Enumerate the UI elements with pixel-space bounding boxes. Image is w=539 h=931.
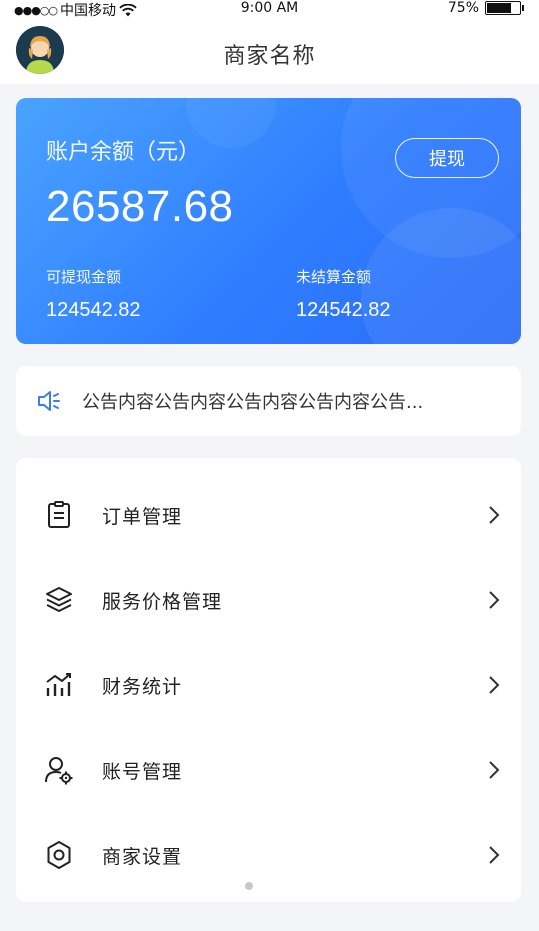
menu-item-label: 账号管理	[102, 761, 183, 783]
menu-item-label: 商家设置	[102, 846, 183, 868]
chevron-right-icon	[489, 676, 500, 694]
menu-item-label: 订单管理	[102, 506, 183, 528]
speaker-icon	[38, 391, 60, 411]
withdraw-button[interactable]: 提现	[395, 138, 499, 178]
unsettled-value: 124542.82	[296, 299, 391, 321]
menu-item-merchant-settings[interactable]: 商家设置	[16, 812, 521, 896]
menu-item-account[interactable]: 账号管理	[16, 727, 521, 811]
menu-item-service-pricing[interactable]: 服务价格管理	[16, 557, 521, 641]
withdrawable-block: 可提现金额 124542.82	[46, 266, 141, 322]
chevron-right-icon	[489, 846, 500, 864]
withdrawable-value: 124542.82	[46, 299, 141, 321]
withdrawable-label: 可提现金额	[46, 268, 122, 286]
menu-item-label: 服务价格管理	[102, 591, 223, 613]
chevron-right-icon	[489, 591, 500, 609]
battery-icon	[485, 1, 524, 15]
clipboard-icon	[48, 501, 70, 528]
battery-percent: 75%	[447, 0, 479, 16]
menu-item-orders[interactable]: 订单管理	[16, 472, 521, 556]
notice-bar[interactable]: 公告内容公告内容公告内容公告内容公告...	[16, 366, 521, 436]
page-indicator-dot	[245, 882, 253, 890]
chevron-right-icon	[489, 761, 500, 779]
menu-list: 订单管理 服务价格管理 财务统计 账号管理 商家设置	[16, 458, 521, 902]
menu-item-finance-stats[interactable]: 财务统计	[16, 642, 521, 726]
chart-icon	[46, 673, 71, 696]
unsettled-block: 未结算金额 124542.82	[296, 266, 391, 322]
notice-text: 公告内容公告内容公告内容公告内容公告...	[82, 392, 424, 413]
header: 商家名称	[0, 18, 539, 84]
page-title: 商家名称	[223, 44, 316, 69]
status-bar: ●●●○○ 中国移动 9:00 AM 75%	[0, 0, 539, 19]
layers-icon	[46, 587, 72, 612]
user-gear-icon	[45, 757, 73, 785]
unsettled-label: 未结算金额	[296, 268, 372, 286]
balance-amount: 26587.68	[46, 182, 234, 231]
balance-card: 账户余额（元） 26587.68 提现 可提现金额 124542.82 未结算金…	[16, 98, 521, 344]
chevron-right-icon	[489, 506, 500, 524]
battery-fill	[487, 3, 511, 13]
gear-icon	[47, 841, 71, 869]
menu-item-label: 财务统计	[102, 676, 183, 698]
balance-label: 账户余额（元）	[46, 140, 201, 165]
